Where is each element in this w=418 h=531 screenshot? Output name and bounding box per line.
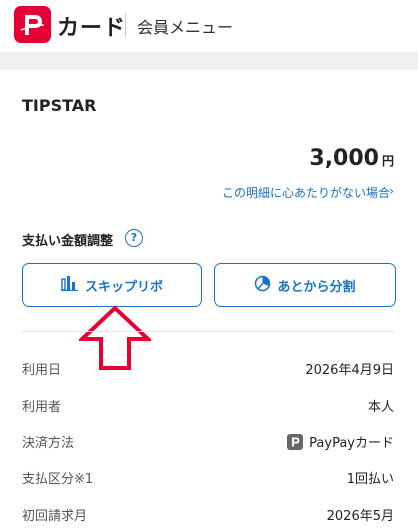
merchant-name: TIPSTAR [22, 96, 97, 115]
paypay-card-icon [287, 433, 304, 450]
transaction-amount: 3,000 円 [309, 146, 394, 171]
user-value: 本人 [367, 400, 394, 415]
help-icon[interactable]: ? [125, 229, 143, 247]
info-divider [22, 331, 394, 332]
section-gap [0, 52, 418, 70]
app-header: カード 会員メニュー [0, 0, 418, 52]
up-arrow-annotation [79, 305, 151, 370]
page-title: 会員メニュー [137, 18, 234, 37]
installment-later-button[interactable]: あとから分割 [214, 263, 396, 307]
skip-revo-label: スキップリボ [84, 279, 163, 295]
pie-chart-icon [254, 275, 271, 296]
bar-chart-icon [60, 275, 79, 295]
paypay-logo[interactable] [14, 6, 51, 43]
usage-date-label: 利用日 [22, 363, 62, 378]
payment-type-label: 支払区分※1 [22, 472, 94, 487]
header-divider [125, 13, 126, 37]
unrecognized-charge-link[interactable]: この明細に心あたりがない場合 [222, 184, 390, 201]
chevron-right-icon: › [389, 184, 394, 198]
first-billing-month-label: 初回請求月 [22, 509, 88, 524]
installment-later-label: あとから分割 [277, 279, 356, 295]
first-billing-month-value: 2026年5月 [326, 509, 394, 524]
usage-date-value: 2026年4月9日 [305, 363, 394, 378]
skip-revo-button[interactable]: スキップリボ [22, 263, 202, 307]
payment-adjust-label: 支払い金額調整 [22, 234, 114, 249]
amount-unit: 円 [381, 154, 394, 168]
paypay-logo-icon [20, 15, 45, 35]
amount-value: 3,000 [309, 146, 379, 171]
payment-method-label: 決済方法 [22, 436, 75, 451]
payment-method-value: PayPayカード [287, 432, 394, 451]
brand-name: カード [57, 16, 127, 41]
user-label: 利用者 [22, 400, 62, 415]
payment-type-value: 1回払い [346, 472, 394, 487]
